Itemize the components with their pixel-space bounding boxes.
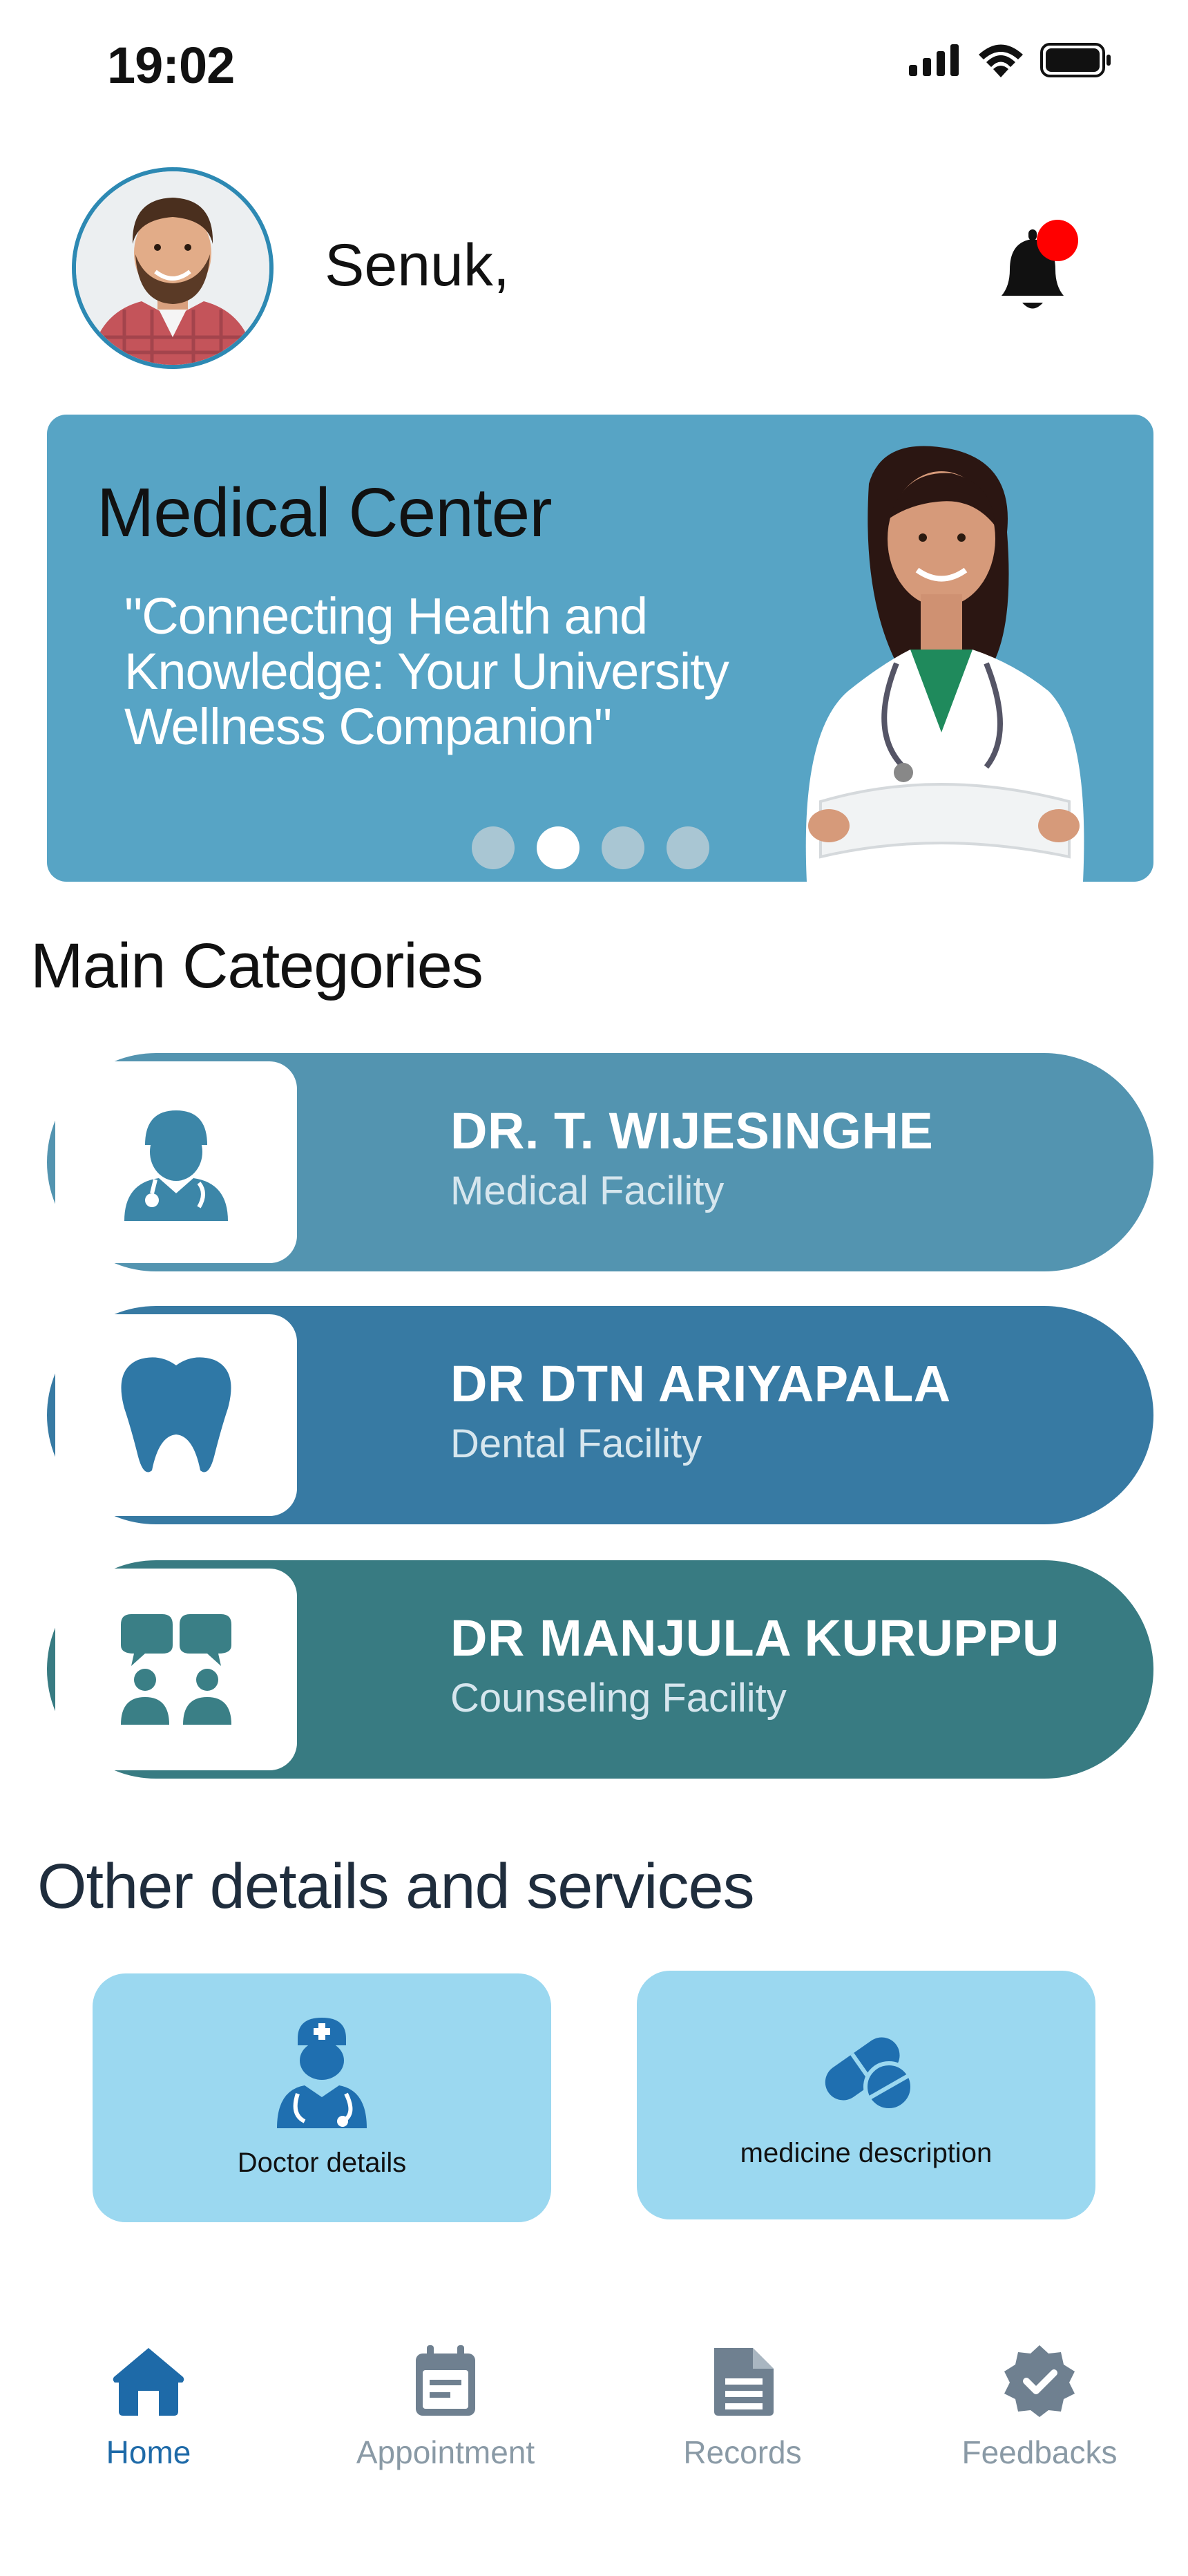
profile-avatar[interactable] (72, 167, 274, 369)
battery-icon (1040, 43, 1111, 77)
category-facility: Dental Facility (450, 1421, 702, 1466)
cellular-signal-icon (909, 44, 959, 76)
nav-appointment-label: Appointment (356, 2434, 535, 2470)
medicine-description-tile[interactable]: medicine description (637, 1971, 1095, 2219)
nav-records[interactable]: Records (618, 2342, 867, 2471)
notification-bell-icon[interactable] (981, 214, 1084, 318)
pills-icon (825, 2036, 914, 2112)
nav-appointment[interactable]: Appointment (321, 2342, 570, 2471)
greeting-text: Senuk, (325, 232, 510, 299)
category-doctor-name: DR. T. WIJESINGHE (450, 1102, 934, 1159)
nav-feedbacks[interactable]: Feedbacks (915, 2342, 1164, 2471)
doctor-icon (124, 1110, 228, 1221)
wifi-icon (979, 44, 1023, 77)
main-categories-title: Main Categories (30, 931, 483, 1001)
banner-quote: "Connecting Health and Knowledge: Your U… (124, 587, 729, 755)
nav-home[interactable]: Home (24, 2342, 273, 2471)
status-time: 19:02 (107, 37, 235, 94)
home-icon (113, 2348, 184, 2416)
category-icon-box (55, 1314, 297, 1516)
carousel-dot-active[interactable] (537, 826, 579, 869)
counseling-icon (121, 1614, 231, 1725)
carousel-dots (472, 826, 709, 869)
category-icon-box (55, 1061, 297, 1263)
carousel-dot[interactable] (472, 826, 515, 869)
medicine-description-label: medicine description (740, 2137, 993, 2168)
banner-carousel[interactable]: Medical Center "Connecting Health and Kn… (47, 415, 1153, 882)
tooth-icon (121, 1357, 231, 1472)
other-services-title: Other details and services (37, 1851, 755, 1922)
doctor-illustration (765, 442, 1124, 882)
category-card-counseling[interactable]: DR MANJULA KURUPPU Counseling Facility (47, 1560, 1153, 1779)
verified-badge-icon (1004, 2345, 1075, 2417)
carousel-dot[interactable] (602, 826, 644, 869)
category-icon-box (55, 1569, 297, 1770)
notification-dot (1037, 220, 1078, 261)
status-icons (909, 43, 1112, 77)
nurse-doctor-icon (277, 2017, 367, 2128)
category-card-medical[interactable]: DR. T. WIJESINGHE Medical Facility (47, 1053, 1153, 1271)
carousel-dot[interactable] (667, 826, 709, 869)
category-facility: Counseling Facility (450, 1676, 787, 1721)
bottom-nav: Home Appointment Records Feedbacks (0, 2342, 1188, 2471)
calendar-icon (416, 2345, 475, 2416)
nav-feedbacks-label: Feedbacks (961, 2434, 1118, 2470)
category-card-dental[interactable]: DR DTN ARIYAPALA Dental Facility (47, 1306, 1153, 1524)
category-doctor-name: DR MANJULA KURUPPU (450, 1609, 1060, 1667)
document-icon (714, 2348, 774, 2416)
doctor-details-label: Doctor details (237, 2147, 407, 2178)
doctor-details-tile[interactable]: Doctor details (93, 1973, 551, 2222)
nav-records-label: Records (683, 2434, 802, 2470)
category-facility: Medical Facility (450, 1168, 725, 1213)
nav-home-label: Home (106, 2434, 191, 2470)
banner-title: Medical Center (97, 474, 553, 551)
avatar-image (76, 171, 269, 365)
category-doctor-name: DR DTN ARIYAPALA (450, 1355, 951, 1412)
